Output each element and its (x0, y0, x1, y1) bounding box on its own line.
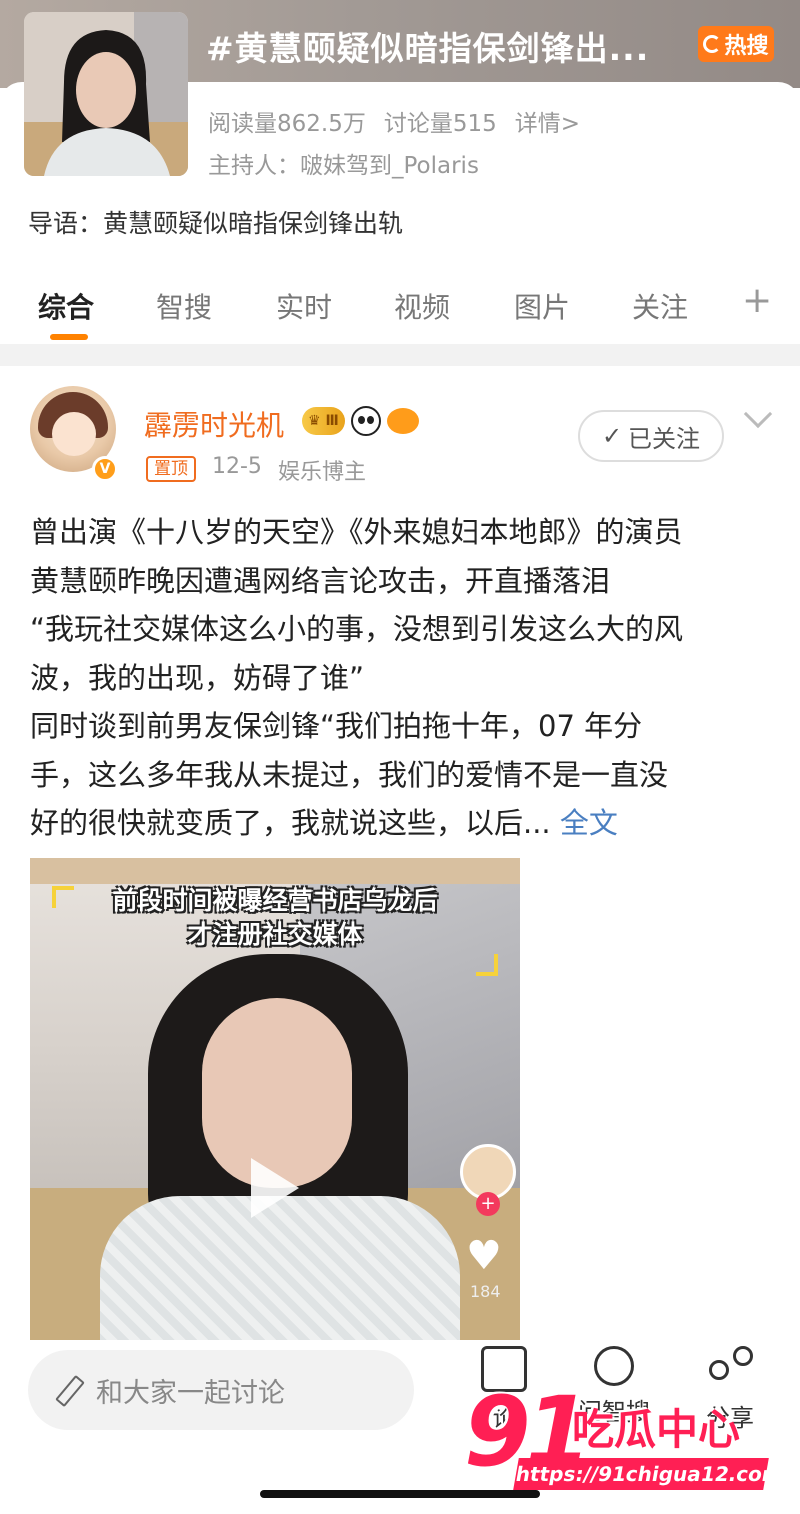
follow-label: 已关注 (628, 424, 701, 453)
post-text-line: 黄慧颐昨晚因遭遇网络言论攻击，开直播落泪 (30, 563, 611, 598)
caption-bracket (476, 954, 498, 976)
section-divider (0, 344, 800, 366)
video-caption: 前段时间被曝经营书店乌龙后 才注册社交媒体 (50, 884, 500, 952)
video-caption-line: 前段时间被曝经营书店乌龙后 (112, 886, 438, 915)
discuss-input[interactable]: 和大家一起讨论 (28, 1350, 414, 1430)
heart-icon[interactable]: ♥ (466, 1236, 510, 1276)
post-text-line: 同时谈到前男友保剑锋“我们拍拖十年，07 年分 (30, 709, 643, 743)
tab-comprehensive[interactable]: 综合 (38, 286, 94, 326)
hot-search-badge[interactable]: 热搜 (698, 26, 774, 62)
author-username[interactable]: 霹雳时光机 (144, 404, 284, 444)
tab-video[interactable]: 视频 (394, 286, 450, 326)
post-text-line: 好的很快就变质了，我就说这些，以后... (30, 806, 551, 840)
post-body: 曾出演《十八岁的天空》《外来媳妇本地郎》的演员 黄慧颐昨晚因遭遇网络言论攻击，开… (30, 508, 770, 848)
post-date: 12-5 (212, 454, 262, 479)
post-text-line: 手，这么多年我从未提过，我们的爱情不是一直没 (30, 757, 669, 792)
read-count: 阅读量862.5万 (208, 111, 366, 137)
play-icon[interactable] (251, 1158, 299, 1218)
search-icon (594, 1346, 634, 1386)
chevron-down-icon[interactable] (743, 399, 773, 429)
crown-level-badge: ♛ Ⅲ (302, 407, 345, 435)
post-text-line: 波，我的出现，妨碍了谁” (30, 660, 365, 695)
post-text-line-last: 好的很快就变质了，我就说这些，以后... 全文 (30, 799, 770, 848)
discussion-count: 讨论量515 (383, 111, 497, 137)
video-player[interactable]: 前段时间被曝经营书店乌龙后 才注册社交媒体 + ♥ 184 (30, 858, 520, 1340)
post-text-line: “我玩社交媒体这么小的事，没想到引发这么大的风 (30, 612, 684, 646)
hot-search-label: 热搜 (724, 34, 769, 59)
flame-icon (703, 35, 722, 53)
pinned-badge: 置顶 (146, 456, 196, 482)
author-badges: ♛ Ⅲ (302, 406, 419, 436)
pen-icon (54, 1375, 84, 1405)
topic-lead: 导语：黄慧颐疑似暗指保剑锋出轨 (28, 209, 404, 238)
topic-stats: 阅读量862.5万 讨论量515 详情> (208, 104, 580, 138)
details-link[interactable]: 详情> (515, 104, 580, 138)
active-tab-indicator (50, 334, 88, 340)
topic-title: #黄慧颐疑似暗指保剑锋出... (206, 29, 650, 68)
tab-smart-search[interactable]: 智搜 (156, 286, 212, 326)
fish-icon (386, 408, 419, 434)
tab-following[interactable]: 关注 (632, 286, 688, 326)
discuss-placeholder: 和大家一起讨论 (96, 1377, 285, 1409)
read-more-link[interactable]: 全文 (560, 806, 618, 840)
checkmark-icon: ✓ (601, 422, 623, 450)
video-caption-line: 才注册社交媒体 (187, 920, 363, 949)
panda-icon (350, 406, 381, 436)
post-text-line: 曾出演《十八岁的天空》《外来媳妇本地郎》的演员 (30, 515, 683, 549)
verified-icon: V (92, 456, 118, 482)
topic-thumbnail[interactable] (24, 12, 188, 176)
follow-button[interactable]: ✓ 已关注 (578, 410, 724, 462)
tab-images[interactable]: 图片 (514, 286, 570, 326)
watermark-text: 吃瓜中心 (572, 1405, 741, 1454)
topic-host[interactable]: 主持人：啵妹驾到_Polaris (208, 146, 479, 180)
add-tab-icon[interactable]: + (742, 280, 772, 321)
share-icon (707, 1346, 753, 1392)
author-role: 娱乐博主 (277, 460, 366, 485)
watermark-url: https://91chigua12.com (513, 1458, 785, 1490)
follow-plus-icon[interactable]: + (476, 1192, 500, 1216)
home-indicator (260, 1490, 540, 1498)
video-like-count: 184 (470, 1282, 501, 1301)
tab-realtime[interactable]: 实时 (276, 286, 332, 326)
post-meta: 12-5 娱乐博主 (212, 454, 366, 486)
tab-bar: 综合 智搜 实时 视频 图片 关注 + (0, 278, 800, 342)
